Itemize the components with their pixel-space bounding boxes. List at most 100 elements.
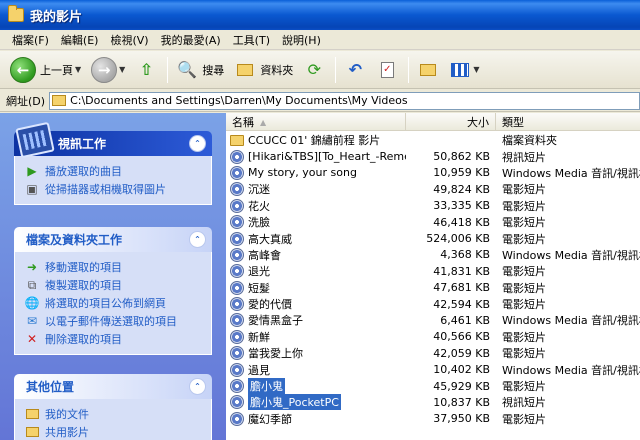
address-path[interactable]: C:\Documents and Settings\Darren\My Docu… [70,94,408,107]
menu-file[interactable]: 檔案(F) [6,32,55,48]
file-name-cell[interactable]: 魔幻季節 [226,411,406,427]
task-get-from-camera[interactable]: ▣ 從掃描器或相機取得圖片 [25,180,201,198]
file-name[interactable]: 愛的代價 [248,296,292,312]
file-name-cell[interactable]: 高大真威 [226,231,406,247]
sync-button[interactable]: ⟳ [299,55,329,85]
properties-button[interactable]: ✓ [372,55,402,85]
undo-button[interactable]: ↶ [340,55,370,85]
menu-tools[interactable]: 工具(T) [227,32,276,48]
file-name[interactable]: 當我愛上你 [248,345,303,361]
file-name-cell[interactable]: 短髮 [226,280,406,296]
file-name-cell[interactable]: 花火 [226,198,406,214]
task-email[interactable]: ✉ 以電子郵件傳送選取的項目 [25,312,201,330]
file-row[interactable]: 愛的代價 42,594 KB 電影短片 [226,296,640,312]
file-name-cell[interactable]: 沉迷 [226,181,406,197]
file-tasks-header[interactable]: 檔案及資料夾工作 ⌃ [14,227,212,252]
file-row[interactable]: 愛情黑盒子 6,461 KB Windows Media 音訊/視訊檔 [226,312,640,328]
file-name[interactable]: 退光 [248,263,270,279]
other-places-header[interactable]: 其他位置 ⌃ [14,374,212,399]
file-name-cell[interactable]: 膽小鬼 [226,378,406,395]
file-row[interactable]: 魔幻季節 37,950 KB 電影短片 [226,411,640,427]
file-name[interactable]: 洗臉 [248,214,270,230]
file-name[interactable]: 魔幻季節 [248,411,292,427]
file-name[interactable]: My story, your song [248,166,357,179]
menu-favorites[interactable]: 我的最愛(A) [155,32,227,48]
file-name-cell[interactable]: 當我愛上你 [226,345,406,361]
file-size: 10,959 KB [433,166,490,180]
back-dropdown-icon[interactable]: ▼ [75,65,81,74]
file-row[interactable]: 花火 33,335 KB 電影短片 [226,198,640,214]
file-row[interactable]: CCUCC 01' 錦繡前程 影片 檔案資料夾 [226,132,640,148]
file-name[interactable]: 膽小鬼 [248,378,285,395]
file-row[interactable]: My story, your song 10,959 KB Windows Medi… [226,165,640,181]
up-folder-button[interactable]: ⇧ [131,55,161,85]
column-name[interactable]: 名稱 ▲ [226,113,406,131]
file-name[interactable]: 短髮 [248,280,270,296]
file-name[interactable]: 愛情黑盒子 [248,312,303,328]
address-input[interactable]: C:\Documents and Settings\Darren\My Docu… [49,91,640,110]
file-row[interactable]: 洗臉 46,418 KB 電影短片 [226,214,640,230]
file-name[interactable]: [Hikari&TBS][To_Heart_-Reme... [248,150,406,163]
file-name-cell[interactable]: [Hikari&TBS][To_Heart_-Reme... [226,149,406,164]
title-bar[interactable]: 我的影片 [0,0,640,30]
file-name-cell[interactable]: 愛情黑盒子 [226,312,406,328]
task-copy[interactable]: ⧉ 複製選取的項目 [25,276,201,294]
column-type[interactable]: 類型 [496,113,640,131]
menu-help[interactable]: 說明(H) [276,32,327,48]
forward-button[interactable]: → ▼ [87,55,129,85]
file-row[interactable]: 過見 10,402 KB Windows Media 音訊/視訊檔 [226,361,640,377]
file-row[interactable]: 膽小鬼 45,929 KB 電影短片 [226,378,640,395]
file-name-cell[interactable]: 過見 [226,362,406,378]
file-row[interactable]: 新鮮 40,566 KB 電影短片 [226,329,640,345]
collapse-icon[interactable]: ⌃ [189,378,206,395]
file-row[interactable]: 短髮 47,681 KB 電影短片 [226,280,640,296]
file-row[interactable]: 當我愛上你 42,059 KB 電影短片 [226,345,640,361]
menu-edit[interactable]: 編輯(E) [55,32,105,48]
views-button[interactable]: ▼ [445,55,483,85]
file-name[interactable]: 高大真威 [248,231,292,247]
collapse-icon[interactable]: ⌃ [189,231,206,248]
file-name[interactable]: 膽小鬼_PocketPC [248,394,341,411]
file-name[interactable]: 過見 [248,362,270,378]
file-name-cell[interactable]: My story, your song [226,165,406,180]
forward-dropdown-icon[interactable]: ▼ [119,65,125,74]
file-row[interactable]: 退光 41,831 KB 電影短片 [226,263,640,279]
file-row[interactable]: 沉迷 49,824 KB 電影短片 [226,181,640,197]
file-name-cell[interactable]: 高峰會 [226,247,406,263]
task-delete[interactable]: ✕ 刪除選取的項目 [25,330,201,348]
file-row[interactable]: 高大真威 524,006 KB 電影短片 [226,230,640,246]
sort-ascending-icon: ▲ [260,117,267,127]
collapse-icon[interactable]: ⌃ [189,135,206,152]
media-file-icon [230,264,244,279]
folder-options-button[interactable] [413,55,443,85]
file-name[interactable]: 新鮮 [248,329,270,345]
file-name[interactable]: 花火 [248,198,270,214]
file-name-cell[interactable]: 膽小鬼_PocketPC [226,394,406,411]
file-name[interactable]: CCUCC 01' 錦繡前程 影片 [248,132,380,148]
file-size: 45,929 KB [433,379,490,393]
file-name-cell[interactable]: 洗臉 [226,214,406,230]
search-button[interactable]: 🔍 搜尋 [172,55,228,85]
file-name-cell[interactable]: 退光 [226,263,406,279]
file-name[interactable]: 沉迷 [248,181,270,197]
folders-icon [234,59,256,81]
folders-button[interactable]: 資料夾 [230,55,297,85]
column-size[interactable]: 大小 [406,113,496,131]
back-button[interactable]: ← 上一頁 ▼ [6,55,85,85]
task-move[interactable]: ➜ 移動選取的項目 [25,258,201,276]
file-name[interactable]: 高峰會 [248,247,281,263]
media-file-icon [230,165,244,180]
task-play-selection[interactable]: ▶ 播放選取的曲目 [25,162,201,180]
views-dropdown-icon[interactable]: ▼ [473,65,479,74]
place-shared-videos[interactable]: 共用影片 [25,423,201,440]
file-name-cell[interactable]: CCUCC 01' 錦繡前程 影片 [226,132,406,148]
file-name-cell[interactable]: 新鮮 [226,329,406,345]
task-publish-web[interactable]: 🌐 將選取的項目公佈到網頁 [25,294,201,312]
menu-view[interactable]: 檢視(V) [104,32,154,48]
file-row[interactable]: [Hikari&TBS][To_Heart_-Reme... 50,862 KB 視… [226,148,640,164]
file-row[interactable]: 膽小鬼_PocketPC 10,837 KB 視訊短片 [226,394,640,411]
file-name-cell[interactable]: 愛的代價 [226,296,406,312]
file-row[interactable]: 高峰會 4,368 KB Windows Media 音訊/視訊檔 [226,247,640,263]
video-tasks-header[interactable]: 視訊工作 ⌃ [14,121,212,159]
place-my-documents[interactable]: 我的文件 [25,405,201,423]
